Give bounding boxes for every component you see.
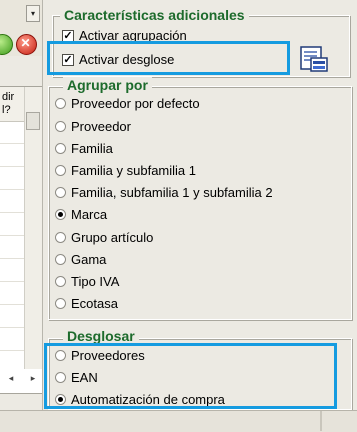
group-option-article-group[interactable]: Grupo artículo — [55, 229, 153, 247]
row-divider — [0, 189, 24, 190]
status-bar — [0, 410, 357, 432]
row-divider — [0, 258, 24, 259]
radio-label: Familia y subfamilia 1 — [71, 163, 196, 178]
radio-label: Marca — [71, 207, 108, 222]
grouping-title: Agrupar por — [63, 77, 152, 93]
radio-label: Proveedor — [71, 119, 131, 134]
radio-button-selected[interactable] — [55, 209, 66, 221]
highlight-breakdown-checkbox — [47, 41, 290, 75]
group-option-default-supplier[interactable]: Proveedor por defecto — [55, 95, 200, 113]
radio-label: Grupo artículo — [71, 230, 154, 245]
row-divider — [0, 166, 24, 167]
column-header[interactable]: dir l? — [0, 87, 25, 122]
scroll-right-icon[interactable]: ▸ — [24, 370, 42, 387]
checkbox-box[interactable]: ✓ — [62, 29, 74, 42]
cancel-x-glyph: ✕ — [20, 36, 31, 50]
radio-button[interactable] — [55, 254, 66, 266]
row-divider — [0, 212, 24, 213]
radio-label: Familia, subfamilia 1 y subfamilia 2 — [71, 185, 273, 200]
radio-label: Familia — [71, 141, 113, 156]
radio-label: Tipo IVA — [71, 274, 120, 289]
dropdown-arrow-button[interactable]: ▾ — [26, 5, 40, 22]
row-divider — [0, 327, 24, 328]
highlight-breakdown-group — [44, 343, 337, 409]
features-title: Características adicionales — [60, 7, 249, 23]
row-divider — [0, 143, 24, 144]
radio-button[interactable] — [55, 121, 66, 133]
column-header-line2: l? — [2, 104, 11, 116]
radio-button[interactable] — [55, 232, 66, 244]
group-option-brand[interactable]: Marca — [55, 206, 107, 224]
radio-button[interactable] — [55, 276, 66, 288]
row-divider — [0, 350, 24, 351]
group-option-range[interactable]: Gama — [55, 251, 106, 269]
group-option-vat-type[interactable]: Tipo IVA — [55, 273, 119, 291]
group-option-family[interactable]: Familia — [55, 140, 113, 158]
radio-label: Gama — [71, 252, 107, 267]
group-option-family-subfamily1[interactable]: Familia y subfamilia 1 — [55, 162, 196, 180]
radio-button[interactable] — [55, 298, 66, 310]
radio-button[interactable] — [55, 187, 66, 199]
row-divider — [0, 304, 24, 305]
radio-button[interactable] — [55, 143, 66, 155]
radio-button[interactable] — [55, 165, 66, 177]
column-header-line1: dir — [2, 91, 15, 103]
document-config-icon[interactable] — [298, 44, 330, 74]
status-bar-divider — [320, 411, 322, 431]
scrollbar-thumb[interactable] — [26, 112, 40, 130]
row-divider — [0, 235, 24, 236]
group-option-supplier[interactable]: Proveedor — [55, 118, 131, 136]
radio-label: Proveedor por defecto — [71, 96, 200, 111]
radio-label: Ecotasa — [71, 296, 118, 311]
group-option-family-subfamily1-2[interactable]: Familia, subfamilia 1 y subfamilia 2 — [55, 184, 273, 202]
row-divider — [0, 281, 24, 282]
scroll-left-icon[interactable]: ◂ — [2, 370, 20, 387]
radio-button[interactable] — [55, 98, 66, 110]
group-option-ecotax[interactable]: Ecotasa — [55, 295, 118, 313]
breakdown-title: Desglosar — [63, 328, 139, 344]
